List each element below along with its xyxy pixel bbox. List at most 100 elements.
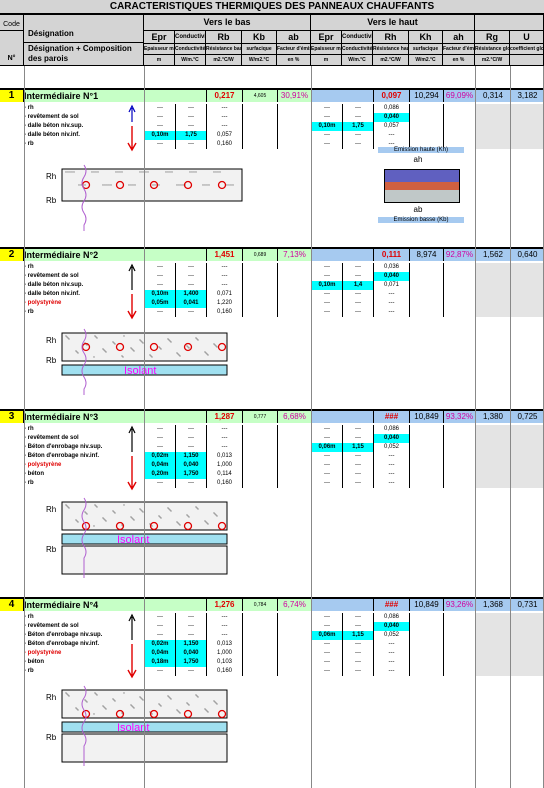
texture-dot [178, 523, 180, 525]
ab-value: 6,74% [277, 599, 311, 611]
texture-dot [105, 520, 107, 522]
texture-dot [170, 341, 172, 343]
texture-dot [177, 353, 179, 355]
texture-dot [141, 510, 143, 512]
texture-dot [151, 356, 153, 358]
header-sub-10: Résistance globale [475, 44, 510, 55]
header-col-0: Epr [144, 31, 175, 44]
texture-dot [96, 694, 98, 696]
header-sub-8: surfacique [409, 44, 443, 55]
texture-dot [106, 184, 108, 186]
texture-dot [205, 521, 207, 523]
texture-dot [215, 345, 217, 347]
texture-dot [214, 344, 216, 346]
texture-dot [177, 710, 179, 712]
header-unit-4: en % [277, 55, 311, 66]
header-col-1: Conductivit [175, 31, 206, 44]
header-unit-3: W/m2.°C [242, 55, 277, 66]
texture-dot [103, 518, 105, 520]
texture-dot [215, 171, 217, 173]
texture-dot [186, 345, 188, 347]
texture-dot [104, 184, 106, 186]
texture-dot [169, 171, 171, 173]
u-value: 0,731 [510, 599, 544, 611]
kb-value: 0,689 [242, 249, 277, 261]
texture-dot [197, 696, 199, 698]
texture-dot [149, 354, 151, 356]
texture-dot [207, 711, 209, 713]
texture-dot [66, 505, 68, 507]
texture-dot [65, 171, 67, 173]
texture-dot [179, 355, 181, 357]
rb-label: Rb [46, 356, 57, 365]
header-unit-5: m [311, 55, 342, 66]
texture-dot [206, 353, 208, 355]
rb-value: 1,451 [206, 249, 242, 261]
section-diagram: IsolantRhRb [46, 497, 228, 578]
u-value: 0,640 [510, 249, 544, 261]
texture-dot [67, 171, 69, 173]
texture-dot [169, 697, 171, 699]
texture-dot [133, 519, 135, 521]
rg-value: 1,368 [475, 599, 510, 611]
texture-dot [214, 701, 216, 703]
texture-dot [85, 512, 87, 514]
texture-dot [102, 517, 104, 519]
texture-dot [182, 184, 184, 186]
header-sub-1: Conductivité thermique [175, 44, 206, 55]
texture-dot [103, 706, 105, 708]
texture-dot [80, 184, 82, 186]
header-global-blank [475, 15, 544, 31]
texture-dot [215, 514, 217, 516]
texture-dot [93, 356, 95, 358]
header-sub-3: surfacique [242, 44, 277, 55]
header-col-11: U [510, 31, 544, 44]
ab-value: 6,68% [277, 411, 311, 423]
texture-dot [197, 339, 199, 341]
texture-dot [114, 512, 116, 514]
header-unit-8: W/m2.°C [409, 55, 443, 66]
texture-dot [77, 521, 79, 523]
texture-dot [123, 692, 125, 694]
texture-dot [171, 171, 173, 173]
texture-dot [147, 171, 149, 173]
texture-dot [141, 171, 143, 173]
texture-dot [103, 349, 105, 351]
texture-dot [195, 171, 197, 173]
texture-dot [93, 525, 95, 527]
texture-dot [213, 512, 215, 514]
texture-dot [139, 171, 141, 173]
header-unit-6: W/m.°C [342, 55, 373, 66]
rh-value: ### [373, 599, 409, 611]
texture-dot [123, 504, 125, 506]
texture-dot [91, 171, 93, 173]
texture-dot [226, 184, 228, 186]
u-value: 3,182 [510, 90, 544, 102]
texture-dot [132, 349, 134, 351]
texture-dot [105, 708, 107, 710]
section-diagram: IsolantRhRb [46, 328, 228, 395]
texture-dot [159, 704, 161, 706]
texture-dot [204, 184, 206, 186]
arrow-up-icon [128, 263, 136, 290]
texture-dot [213, 700, 215, 702]
texture-dot [130, 347, 132, 349]
ah-value: 93,26% [443, 599, 475, 611]
texture-dot [133, 707, 135, 709]
texture-dot [139, 696, 141, 698]
arrow-up-icon [128, 104, 136, 122]
texture-dot [189, 171, 191, 173]
header-sub-2: Résistance basse [206, 44, 242, 55]
texture-dot [76, 708, 78, 710]
texture-dot [176, 352, 178, 354]
header-unit-10: m2.°C/W [475, 55, 510, 66]
texture-dot [115, 171, 117, 173]
header-unit-7: m2.°C/W [373, 55, 409, 66]
texture-dot [105, 351, 107, 353]
u-value: 0,725 [510, 411, 544, 423]
texture-dot [206, 710, 208, 712]
texture-dot [132, 184, 134, 186]
texture-dot [117, 171, 119, 173]
header-sub-6: Conductivité thermique [342, 44, 373, 55]
texture-dot [69, 171, 71, 173]
